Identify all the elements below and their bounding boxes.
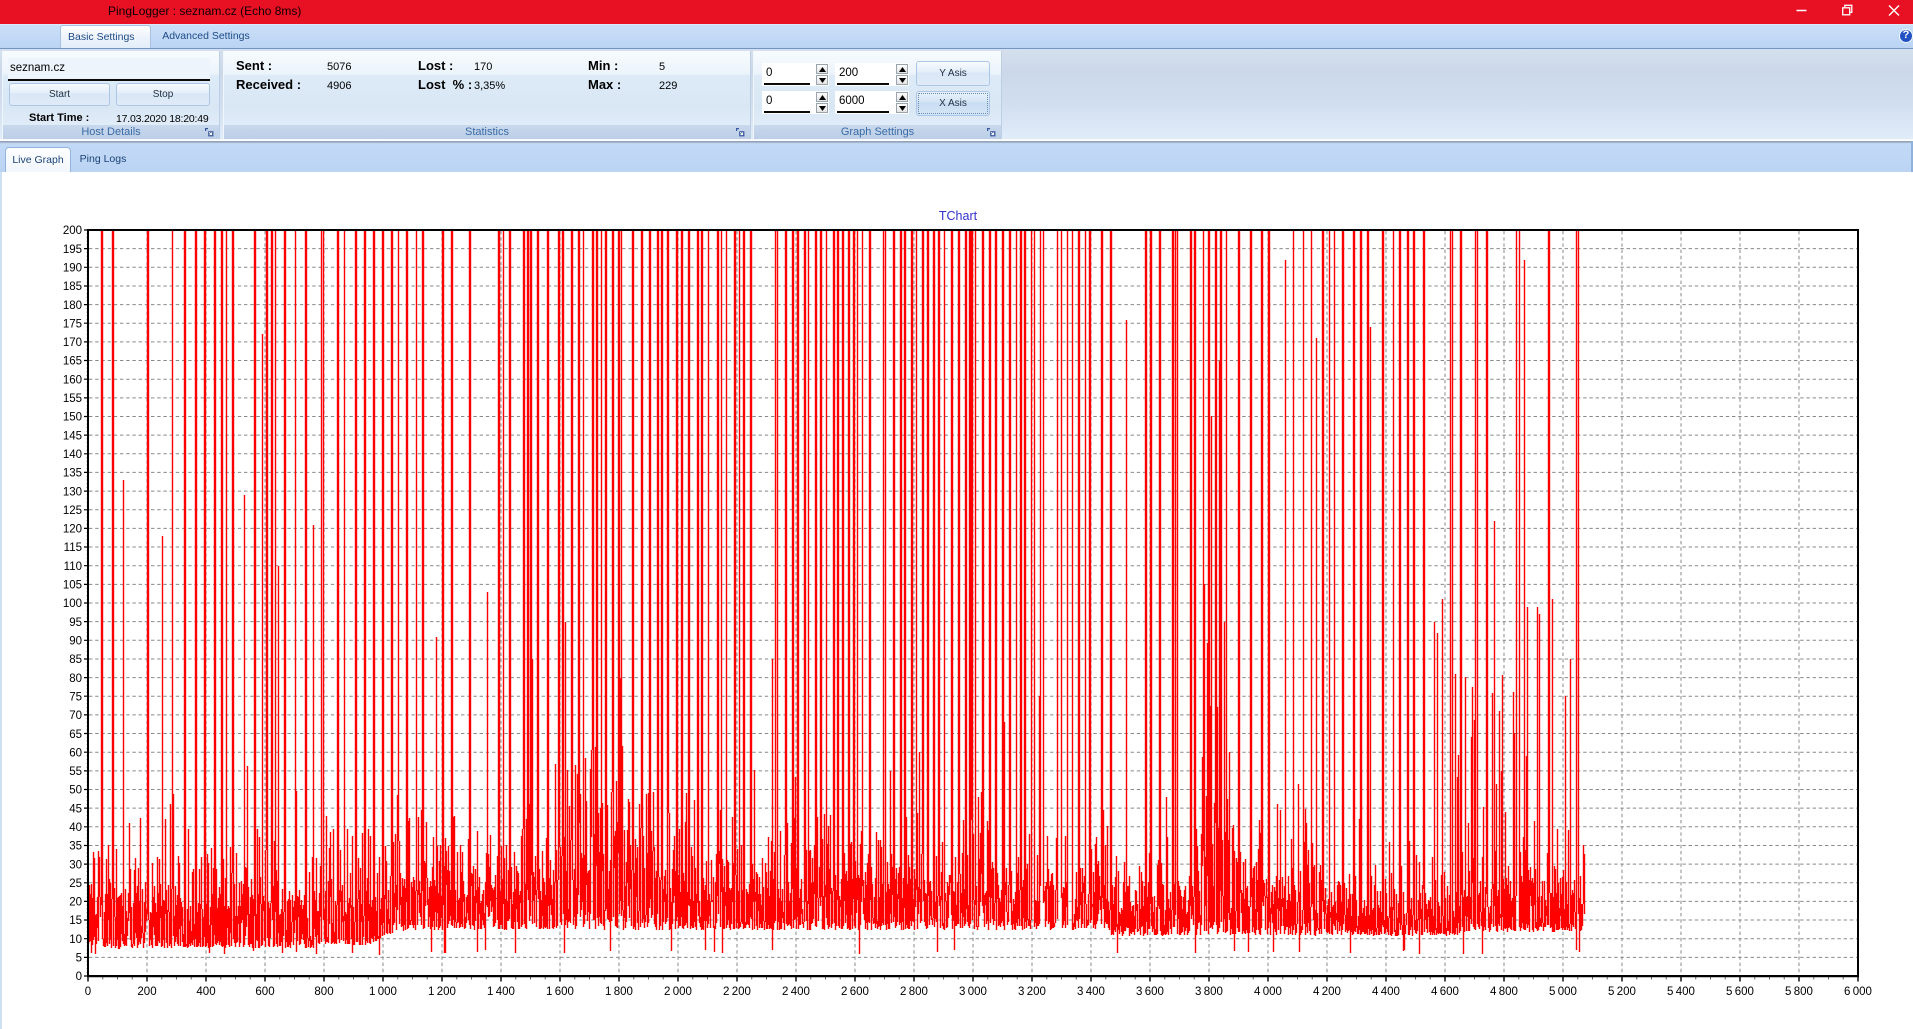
svg-text:135: 135 [63, 468, 82, 480]
svg-text:155: 155 [63, 393, 82, 405]
svg-text:3 000: 3 000 [959, 986, 987, 998]
svg-text:5 000: 5 000 [1549, 986, 1577, 998]
svg-text:105: 105 [63, 580, 82, 592]
svg-text:2 000: 2 000 [664, 986, 692, 998]
svg-text:TChart: TChart [939, 209, 978, 223]
svg-text:60: 60 [69, 747, 82, 759]
svg-text:50: 50 [69, 785, 82, 797]
svg-text:1 000: 1 000 [369, 986, 397, 998]
svg-text:70: 70 [69, 710, 82, 722]
svg-text:40: 40 [69, 822, 82, 834]
svg-text:15: 15 [69, 915, 82, 927]
svg-text:55: 55 [69, 766, 82, 778]
svg-text:1 800: 1 800 [605, 986, 633, 998]
svg-text:5 200: 5 200 [1608, 986, 1636, 998]
svg-text:2 200: 2 200 [723, 986, 751, 998]
svg-text:10: 10 [69, 934, 82, 946]
svg-text:4 200: 4 200 [1313, 986, 1341, 998]
svg-text:5: 5 [76, 953, 82, 965]
svg-text:25: 25 [69, 878, 82, 890]
svg-text:65: 65 [69, 729, 82, 741]
svg-text:2 400: 2 400 [782, 986, 810, 998]
svg-text:3 800: 3 800 [1195, 986, 1223, 998]
svg-text:195: 195 [63, 244, 82, 256]
svg-text:200: 200 [137, 986, 156, 998]
svg-text:0: 0 [76, 971, 82, 983]
svg-text:6 000: 6 000 [1844, 986, 1872, 998]
svg-text:75: 75 [69, 692, 82, 704]
svg-text:95: 95 [69, 617, 82, 629]
svg-text:180: 180 [63, 300, 82, 312]
svg-text:160: 160 [63, 374, 82, 386]
svg-text:400: 400 [196, 986, 215, 998]
svg-text:0: 0 [85, 986, 91, 998]
svg-text:100: 100 [63, 598, 82, 610]
svg-text:4 400: 4 400 [1372, 986, 1400, 998]
svg-text:120: 120 [63, 524, 82, 536]
svg-text:5 600: 5 600 [1726, 986, 1754, 998]
svg-text:145: 145 [63, 430, 82, 442]
svg-text:200: 200 [63, 225, 82, 237]
svg-text:2 800: 2 800 [900, 986, 928, 998]
svg-text:125: 125 [63, 505, 82, 517]
svg-text:2 600: 2 600 [841, 986, 869, 998]
svg-text:5 400: 5 400 [1667, 986, 1695, 998]
svg-text:115: 115 [64, 542, 82, 554]
svg-text:1 200: 1 200 [428, 986, 456, 998]
svg-text:800: 800 [314, 986, 333, 998]
svg-text:4 600: 4 600 [1431, 986, 1459, 998]
svg-text:90: 90 [69, 636, 82, 648]
svg-text:165: 165 [63, 356, 82, 368]
svg-text:130: 130 [63, 486, 82, 498]
svg-text:3 200: 3 200 [1018, 986, 1046, 998]
svg-text:30: 30 [69, 859, 82, 871]
svg-text:1 600: 1 600 [546, 986, 574, 998]
svg-text:600: 600 [255, 986, 274, 998]
svg-text:85: 85 [69, 654, 82, 666]
svg-text:170: 170 [63, 337, 82, 349]
svg-text:5 800: 5 800 [1785, 986, 1813, 998]
svg-text:20: 20 [69, 897, 82, 909]
svg-text:3 600: 3 600 [1136, 986, 1164, 998]
svg-text:1 400: 1 400 [487, 986, 515, 998]
svg-text:190: 190 [63, 263, 82, 275]
svg-text:3 400: 3 400 [1077, 986, 1105, 998]
svg-text:140: 140 [63, 449, 82, 461]
svg-text:185: 185 [63, 281, 82, 293]
svg-text:45: 45 [69, 803, 82, 815]
svg-text:150: 150 [63, 412, 82, 424]
svg-text:80: 80 [69, 673, 82, 685]
svg-text:4 000: 4 000 [1254, 986, 1282, 998]
svg-text:110: 110 [64, 561, 82, 573]
svg-text:175: 175 [63, 318, 82, 330]
svg-text:35: 35 [69, 841, 82, 853]
svg-text:4 800: 4 800 [1490, 986, 1518, 998]
